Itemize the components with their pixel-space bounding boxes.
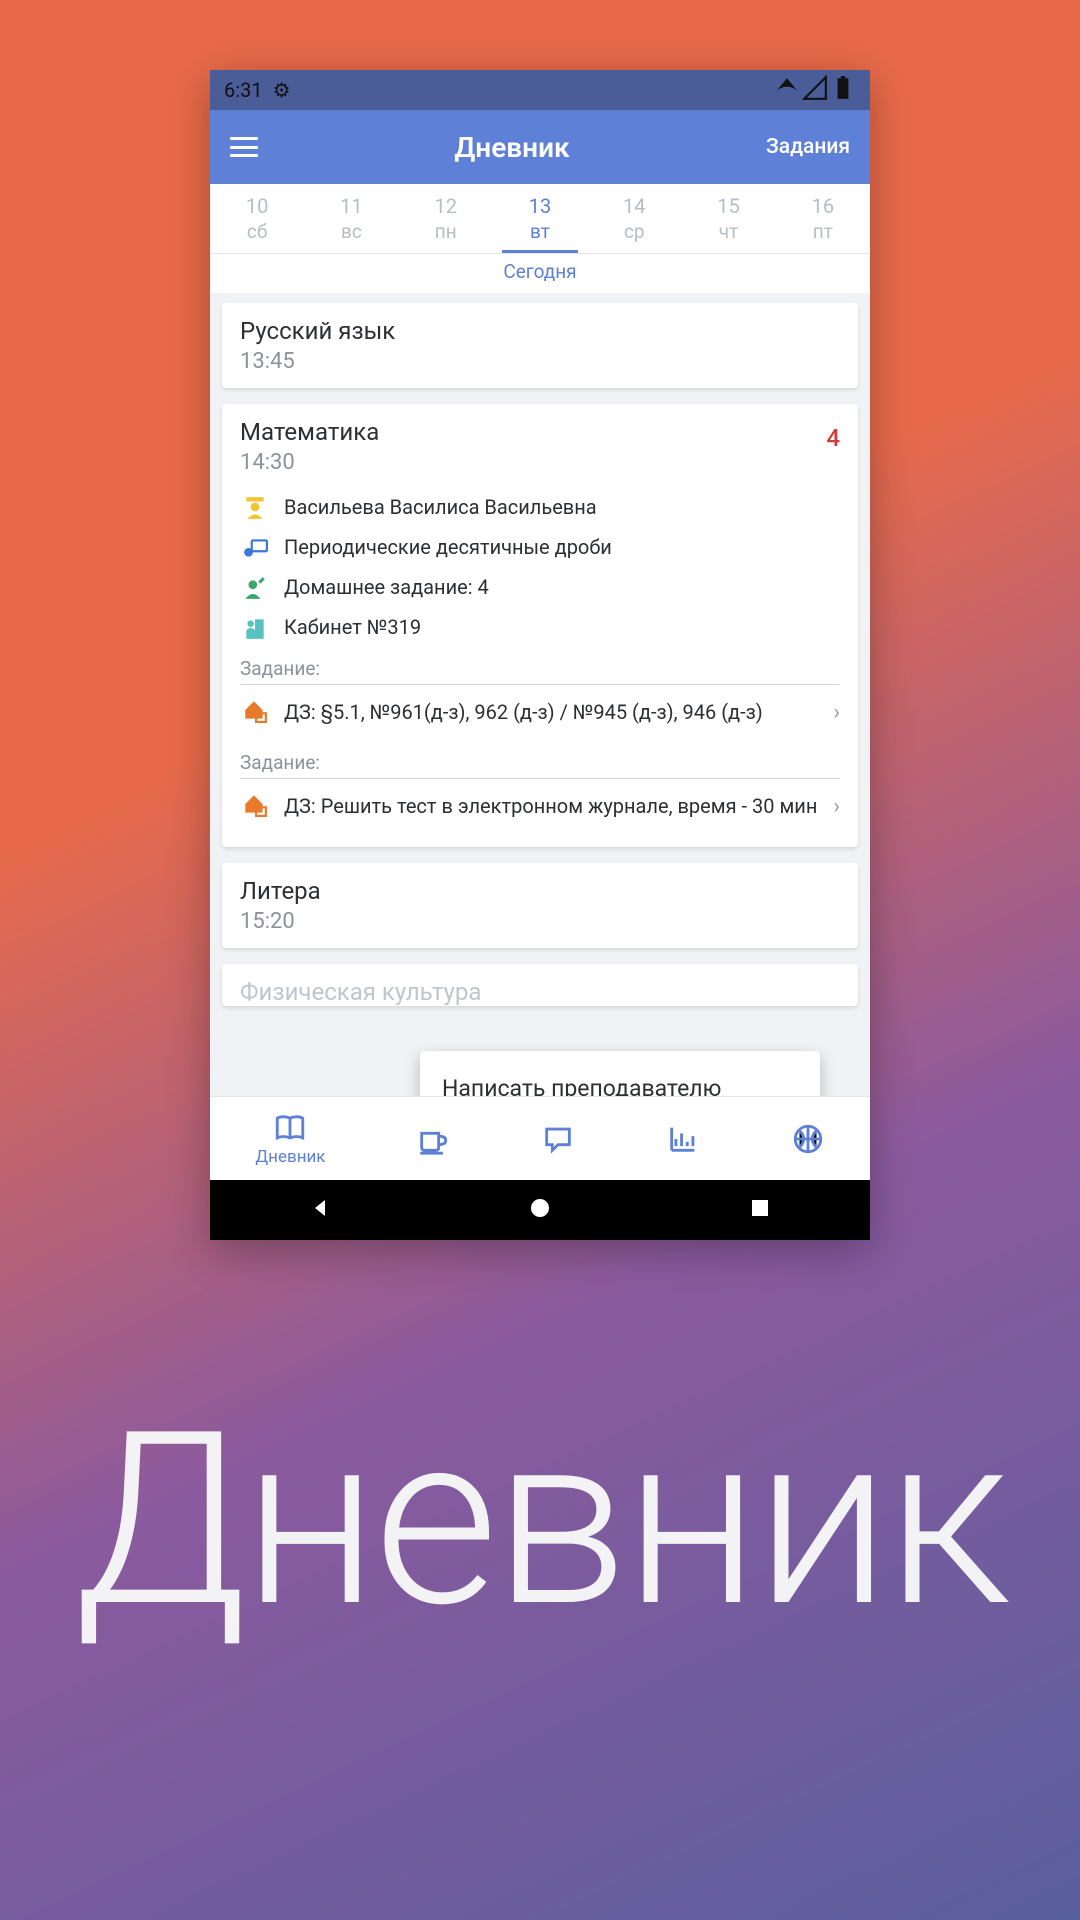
write-teacher-option[interactable]: Написать преподавателю — [442, 1075, 798, 1096]
recent-icon[interactable] — [748, 1196, 772, 1224]
teacher-icon — [240, 495, 270, 525]
subject-label: Математика — [240, 418, 840, 446]
topic-label: Периодические десятичные дроби — [284, 535, 840, 559]
date-cell[interactable]: 10сб — [210, 190, 304, 253]
status-time: 6:31 — [224, 78, 263, 102]
battery-icon — [830, 75, 856, 106]
menu-icon[interactable] — [230, 137, 258, 157]
room-icon — [240, 615, 270, 645]
lesson-card-expanded[interactable]: 4 Математика 14:30 Васильева Василиса Ва… — [222, 404, 858, 847]
task-section-label: Задание: — [240, 657, 840, 685]
status-bar: 6:31 ⚙ — [210, 70, 870, 110]
task-row[interactable]: ДЗ: §5.1, №961(д-з), 962 (д-з) / №945 (д… — [240, 685, 840, 739]
tasks-button[interactable]: Задания — [766, 135, 850, 159]
grade-badge: 4 — [826, 424, 840, 452]
signal-icon — [802, 75, 828, 106]
task-text: ДЗ: Решить тест в электронном журнале, в… — [284, 793, 819, 820]
nav-chat[interactable] — [541, 1122, 575, 1156]
gear-icon: ⚙ — [273, 78, 291, 102]
subject-label: Физическая культура — [240, 978, 840, 1006]
date-cell[interactable]: 11вс — [304, 190, 398, 253]
chevron-right-icon: › — [833, 700, 840, 725]
nav-label: Дневник — [255, 1147, 325, 1167]
back-icon[interactable] — [308, 1196, 332, 1224]
lesson-time: 15:20 — [240, 909, 840, 934]
cup-icon — [416, 1122, 450, 1156]
bottom-nav: Дневник — [210, 1096, 870, 1180]
promo-title: Дневник — [0, 1400, 1080, 1640]
book-icon — [273, 1111, 307, 1145]
topic-icon — [240, 535, 270, 565]
task-section-label: Задание: — [240, 751, 840, 779]
lesson-card[interactable]: Литера 15:20 — [222, 863, 858, 948]
date-cell[interactable]: 16пт — [776, 190, 870, 253]
lesson-time: 14:30 — [240, 450, 840, 475]
nav-activity[interactable] — [791, 1122, 825, 1156]
today-label: Сегодня — [210, 254, 870, 293]
nav-food[interactable] — [416, 1122, 450, 1156]
lesson-list[interactable]: Русский язык 13:45 4 Математика 14:30 Ва… — [210, 293, 870, 1096]
teacher-name: Васильева Василиса Васильевна — [284, 495, 840, 519]
ball-icon — [791, 1122, 825, 1156]
page-title: Дневник — [258, 131, 766, 164]
room-label: Кабинет №319 — [284, 615, 840, 639]
date-strip: 10сб 11вс 12пн 13вт 14ср 15чт 16пт — [210, 184, 870, 254]
system-nav — [210, 1180, 870, 1240]
app-bar: Дневник Задания — [210, 110, 870, 184]
subject-label: Русский язык — [240, 317, 840, 345]
subject-label: Литера — [240, 877, 840, 905]
date-cell[interactable]: 12пн — [399, 190, 493, 253]
chart-icon — [666, 1122, 700, 1156]
home-icon[interactable] — [528, 1196, 552, 1224]
lesson-card[interactable]: Физическая культура — [222, 964, 858, 1006]
date-cell[interactable]: 14ср — [587, 190, 681, 253]
nav-stats[interactable] — [666, 1122, 700, 1156]
house-icon — [240, 697, 270, 727]
homework-icon — [240, 575, 270, 605]
lesson-time: 13:45 — [240, 349, 840, 374]
date-cell-selected[interactable]: 13вт — [493, 190, 587, 253]
task-text: ДЗ: §5.1, №961(д-з), 962 (д-з) / №945 (д… — [284, 699, 819, 726]
house-icon — [240, 791, 270, 821]
chat-icon — [541, 1122, 575, 1156]
phone-frame: 6:31 ⚙ Дневник Задания 10сб 11вс 12пн 13… — [210, 70, 870, 1240]
homework-count: Домашнее задание: 4 — [284, 575, 840, 599]
chevron-right-icon: › — [833, 794, 840, 819]
nav-diary[interactable]: Дневник — [255, 1111, 325, 1167]
wifi-icon — [774, 75, 800, 106]
date-cell[interactable]: 15чт — [681, 190, 775, 253]
context-menu[interactable]: Написать преподавателю — [420, 1051, 820, 1096]
lesson-card[interactable]: Русский язык 13:45 — [222, 303, 858, 388]
task-row[interactable]: ДЗ: Решить тест в электронном журнале, в… — [240, 779, 840, 833]
